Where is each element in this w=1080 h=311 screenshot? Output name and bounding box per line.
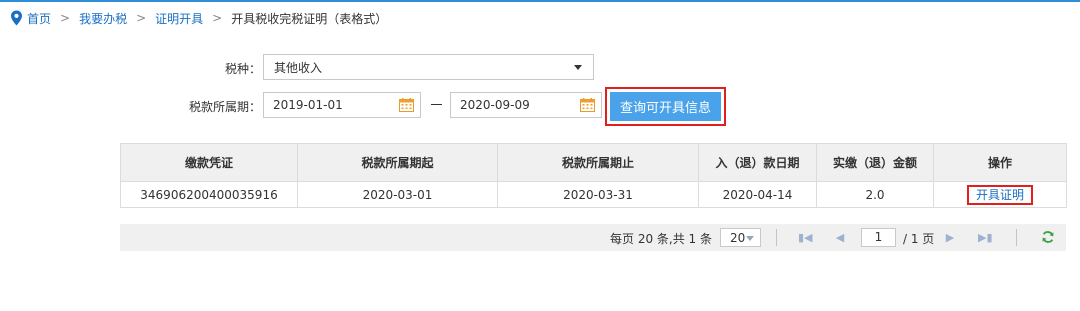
page-number-input[interactable]: 1 [861, 228, 896, 247]
query-button-highlight: 查询可开具信息 [605, 87, 726, 126]
date-from-value: 2019-01-01 [273, 98, 343, 112]
calendar-icon[interactable] [399, 98, 414, 112]
breadcrumb: 首页 > 我要办税 > 证明开具 > 开具税收完税证明（表格式） [10, 9, 387, 27]
page-size-select[interactable]: 20 [720, 228, 761, 247]
issue-certificate-link[interactable]: 开具证明 [966, 184, 1033, 205]
page-size-value: 20 [730, 230, 746, 245]
pager-divider [1016, 229, 1017, 246]
pager-divider [776, 229, 777, 246]
breadcrumb-tax-link[interactable]: 我要办税 [79, 10, 127, 27]
action-cell: 开具证明 [933, 181, 1067, 208]
date-to-input[interactable]: 2020-09-09 [450, 92, 602, 118]
next-page-icon[interactable]: ▶ [943, 231, 957, 244]
first-page-icon[interactable]: ▮◀ [798, 231, 813, 244]
period-start-cell: 2020-03-01 [297, 181, 498, 208]
query-button[interactable]: 查询可开具信息 [610, 92, 721, 121]
column-header: 税款所属期起 [297, 143, 498, 182]
chevron-down-icon [574, 65, 582, 70]
pay-date-cell: 2020-04-14 [698, 181, 817, 208]
breadcrumb-separator: > [212, 11, 223, 25]
calendar-icon[interactable] [580, 98, 595, 112]
prev-page-icon[interactable]: ◀ [833, 231, 847, 244]
results-table: 缴款凭证 税款所属期起 税款所属期止 入（退）款日期 实缴（退）金额 操作 34… [120, 143, 1067, 208]
refresh-icon[interactable] [1041, 230, 1055, 244]
date-to-value: 2020-09-09 [460, 98, 530, 112]
period-end-cell: 2020-03-31 [497, 181, 699, 208]
breadcrumb-home-link[interactable]: 首页 [27, 10, 51, 27]
breadcrumb-current: 开具税收完税证明（表格式） [231, 11, 388, 26]
chevron-down-icon [746, 236, 754, 241]
tax-period-label: 税款所属期： [188, 100, 261, 114]
column-header: 入（退）款日期 [698, 143, 817, 182]
tax-type-select[interactable]: 其他收入 [263, 54, 594, 80]
date-range-dash [431, 104, 442, 105]
column-header: 缴款凭证 [120, 143, 298, 182]
table-header-row: 缴款凭证 税款所属期起 税款所属期止 入（退）款日期 实缴（退）金额 操作 [120, 143, 1067, 182]
breadcrumb-separator: > [136, 11, 147, 25]
column-header: 操作 [933, 143, 1067, 182]
top-accent-line [0, 0, 1080, 2]
column-header: 实缴（退）金额 [816, 143, 934, 182]
date-from-input[interactable]: 2019-01-01 [263, 92, 421, 118]
breadcrumb-certificate-link[interactable]: 证明开具 [155, 10, 203, 27]
tax-type-label: 税种： [224, 62, 261, 76]
location-pin-icon [11, 10, 22, 26]
breadcrumb-separator: > [60, 11, 71, 25]
total-pages-text: / 1 页 [903, 232, 935, 246]
column-header: 税款所属期止 [497, 143, 699, 182]
amount-cell: 2.0 [816, 181, 934, 208]
pagination-bar: 每页 20 条,共 1 条 20 ▮◀ ◀ 1 / 1 页 ▶ ▶▮ [120, 224, 1066, 251]
last-page-icon[interactable]: ▶▮ [978, 231, 993, 244]
tax-type-value: 其他收入 [274, 60, 323, 75]
pagination-summary: 每页 20 条,共 1 条 [610, 232, 712, 246]
table-row: 346906200400035916 2020-03-01 2020-03-31… [120, 181, 1067, 208]
voucher-cell: 346906200400035916 [120, 181, 298, 208]
